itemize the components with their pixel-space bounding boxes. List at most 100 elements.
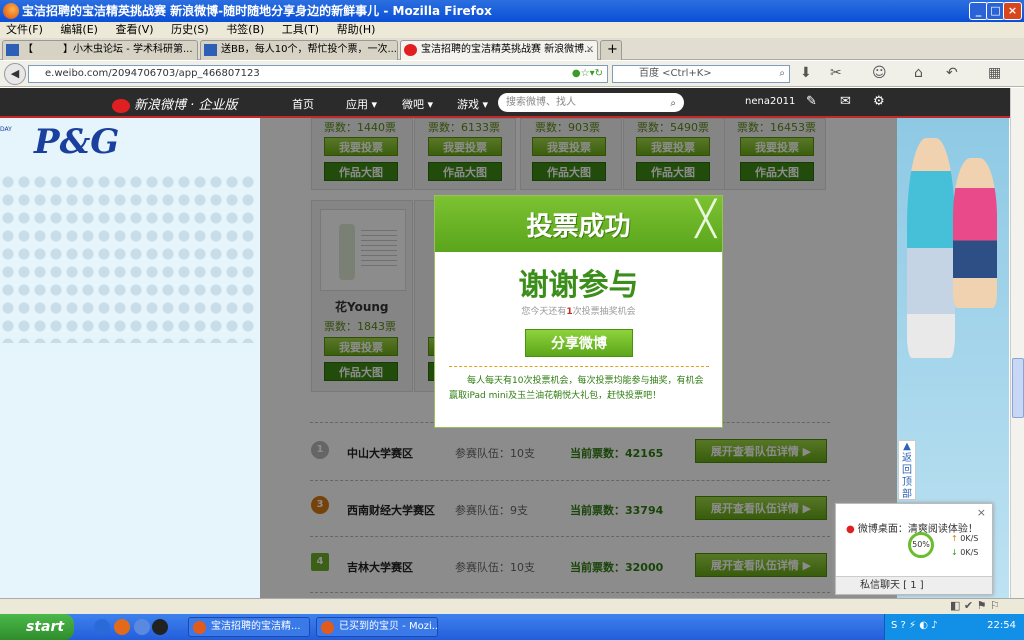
dialog-note: 每人每天有10次投票机会，每次投票均能参与抽奖，有机会赢取iPad mini及玉… [449,376,704,401]
tab-label: 送BB，每人10个，帮忙投个票，一次... [221,44,397,55]
browser-icon[interactable] [134,619,150,635]
status-bar: ◧ ✔ ⚑ ⚐ [0,598,1024,614]
close-icon[interactable]: × [977,506,986,519]
dot-pattern [0,173,255,343]
grid-icon [6,44,19,56]
search-icon[interactable]: ⌕ [779,66,785,82]
thanks-heading: 谢谢参与 [518,268,639,303]
download-speed-value: 0K/S [960,548,979,557]
dialog-header: 投票成功 ╳ [435,196,722,252]
remaining-chances: 您今天还有1次投票抽奖机会 [435,304,722,317]
arrow-up-icon: ↑ [951,534,958,543]
weibo-header: 新浪微博 · 企业版 首页 应用 ▾ 微吧 ▾ 游戏 ▾ 搜索微博、找人 ⌕ n… [0,88,1010,118]
upload-speed: ↑ 0K/S [951,534,978,543]
mail-icon[interactable]: ✉ [840,94,851,109]
upload-speed-value: 0K/S [960,534,979,543]
left-brand-panel: DAY P&G [0,118,260,598]
back-to-top-button[interactable]: ▲ 返回顶部 [898,440,916,500]
ie-icon[interactable] [94,619,110,635]
tab-xiaomuchong[interactable]: 【 】小木虫论坛 - 学术科研第... [2,40,198,60]
back-button[interactable]: ◀ [4,63,26,85]
smiley-icon[interactable]: ☺ [872,65,887,81]
home-icon[interactable]: ⌂ [914,65,923,81]
grid-icon [204,44,217,56]
menu-view[interactable]: 查看(V) [115,23,153,36]
weibo-eye-icon [112,98,130,113]
popup-text: ● 微博桌面：清爽阅读体验！ [846,520,978,535]
edit-icon[interactable]: ✎ [806,94,817,109]
arrow-up-icon: ▲ [903,441,911,452]
nav-apps[interactable]: 应用 ▾ [346,96,377,112]
menu-edit[interactable]: 编辑(E) [60,23,98,36]
new-tab-button[interactable]: + [600,40,622,60]
arrow-down-icon: ↓ [951,548,958,557]
taskbar-item-taobao[interactable]: 已买到的宝贝 - Mozi... [316,617,438,637]
menu-help[interactable]: 帮助(H) [337,23,376,36]
tab-pg-weibo[interactable]: 宝洁招聘的宝洁精英挑战赛 新浪微博... × [400,40,598,60]
weibo-logo[interactable]: 新浪微博 · 企业版 [112,94,237,113]
ad-person-boy [907,138,955,358]
close-window-button[interactable]: × [1003,2,1022,20]
brand-tag: DAY [0,126,12,133]
weibo-logo-text: 新浪微博 · 企业版 [134,98,238,113]
dialog-divider [449,366,709,367]
download-icon[interactable]: ⬇ [800,65,812,81]
firefox-icon [193,621,206,634]
vote-success-dialog: 投票成功 ╳ 谢谢参与 您今天还有1次投票抽奖机会 分享微博 每人每天有10次投… [434,195,723,428]
back-to-top-label: 返回顶部 [902,453,912,500]
addon-icon[interactable]: ✂ [830,65,842,81]
start-button[interactable]: start [0,614,74,640]
reply-icon[interactable]: ↶ [946,65,958,81]
firefox-icon [3,3,19,19]
menu-bookmarks[interactable]: 书签(B) [226,23,264,36]
windows-taskbar: start 宝洁招聘的宝洁精... 已买到的宝贝 - Mozi... S ? ⚡… [0,614,1024,640]
vertical-scrollbar[interactable] [1010,88,1024,598]
username[interactable]: nena2011 [745,96,795,107]
settings-icon[interactable]: ⚙ [873,94,885,109]
weibo-search-input[interactable]: 搜索微博、找人 ⌕ [498,93,684,112]
apps-icon[interactable]: ▦ [988,65,1001,81]
task-label: 宝洁招聘的宝洁精... [211,621,301,632]
ad-person-girl [953,158,997,308]
tab-bar: 【 】小木虫论坛 - 学术科研第... 送BB，每人10个，帮忙投个票，一次..… [0,38,1024,60]
pg-logo: P&G [34,122,120,162]
nav-games[interactable]: 游戏 ▾ [457,96,488,112]
task-label: 已买到的宝贝 - Mozi... [339,621,438,632]
status-icons[interactable]: ◧ ✔ ⚑ ⚐ [950,599,1000,612]
nav-home[interactable]: 首页 [292,96,314,112]
weibo-icon: ● [846,524,855,535]
tab-label: 宝洁招聘的宝洁精英挑战赛 新浪微博... [421,44,594,55]
remain-suffix: 次投票抽奖机会 [572,307,636,317]
private-chat-bar[interactable]: 私信聊天 [ 1 ] [836,576,992,594]
dialog-title: 投票成功 [526,212,631,242]
tab-bb-vote[interactable]: 送BB，每人10个，帮忙投个票，一次... [200,40,398,60]
close-icon[interactable]: ╳ [696,202,716,236]
clock: 22:54 [987,620,1016,631]
close-tab-icon[interactable]: × [586,41,594,59]
download-speed: ↓ 0K/S [951,548,978,557]
search-input[interactable]: 百度 <Ctrl+K> ⌕ [612,65,790,83]
nav-weiba[interactable]: 微吧 ▾ [402,96,433,112]
qq-icon[interactable] [152,619,168,635]
firefox-icon [321,621,334,634]
taskbar-item-pg[interactable]: 宝洁招聘的宝洁精... [188,617,310,637]
system-tray: S ? ⚡ ◐ ♪ 22:54 [884,614,1024,640]
go-icon[interactable]: ●☆▾↻ [572,66,603,82]
firefox-icon[interactable] [114,619,130,635]
share-weibo-button[interactable]: 分享微博 [525,329,633,357]
menu-history[interactable]: 历史(S) [171,23,209,36]
window-title: 宝洁招聘的宝洁精英挑战赛 新浪微博-随时随地分享身边的新鲜事儿 - Mozill… [22,4,492,18]
menu-tools[interactable]: 工具(T) [282,23,319,36]
menu-bar: 文件(F) 编辑(E) 查看(V) 历史(S) 书签(B) 工具(T) 帮助(H… [0,22,1024,38]
search-icon[interactable]: ⌕ [670,94,676,113]
tray-icons[interactable]: S ? ⚡ ◐ ♪ [891,620,938,631]
tab-label: 【 】小木虫论坛 - 学术科研第... [23,44,193,55]
menu-file[interactable]: 文件(F) [6,23,43,36]
search-placeholder: 百度 <Ctrl+K> [639,68,712,79]
weibo-icon [404,44,417,56]
url-field[interactable]: e.weibo.com/2094706703/app_466807123 ●☆▾… [28,65,608,83]
weibo-desktop-popup: × ● 微博桌面：清爽阅读体验！ 50% ↑ 0K/S ↓ 0K/S 私信聊天 … [835,503,993,595]
scroll-thumb[interactable] [1012,358,1024,418]
url-text: e.weibo.com/2094706703/app_466807123 [45,68,260,79]
remain-prefix: 您今天还有 [521,307,567,317]
